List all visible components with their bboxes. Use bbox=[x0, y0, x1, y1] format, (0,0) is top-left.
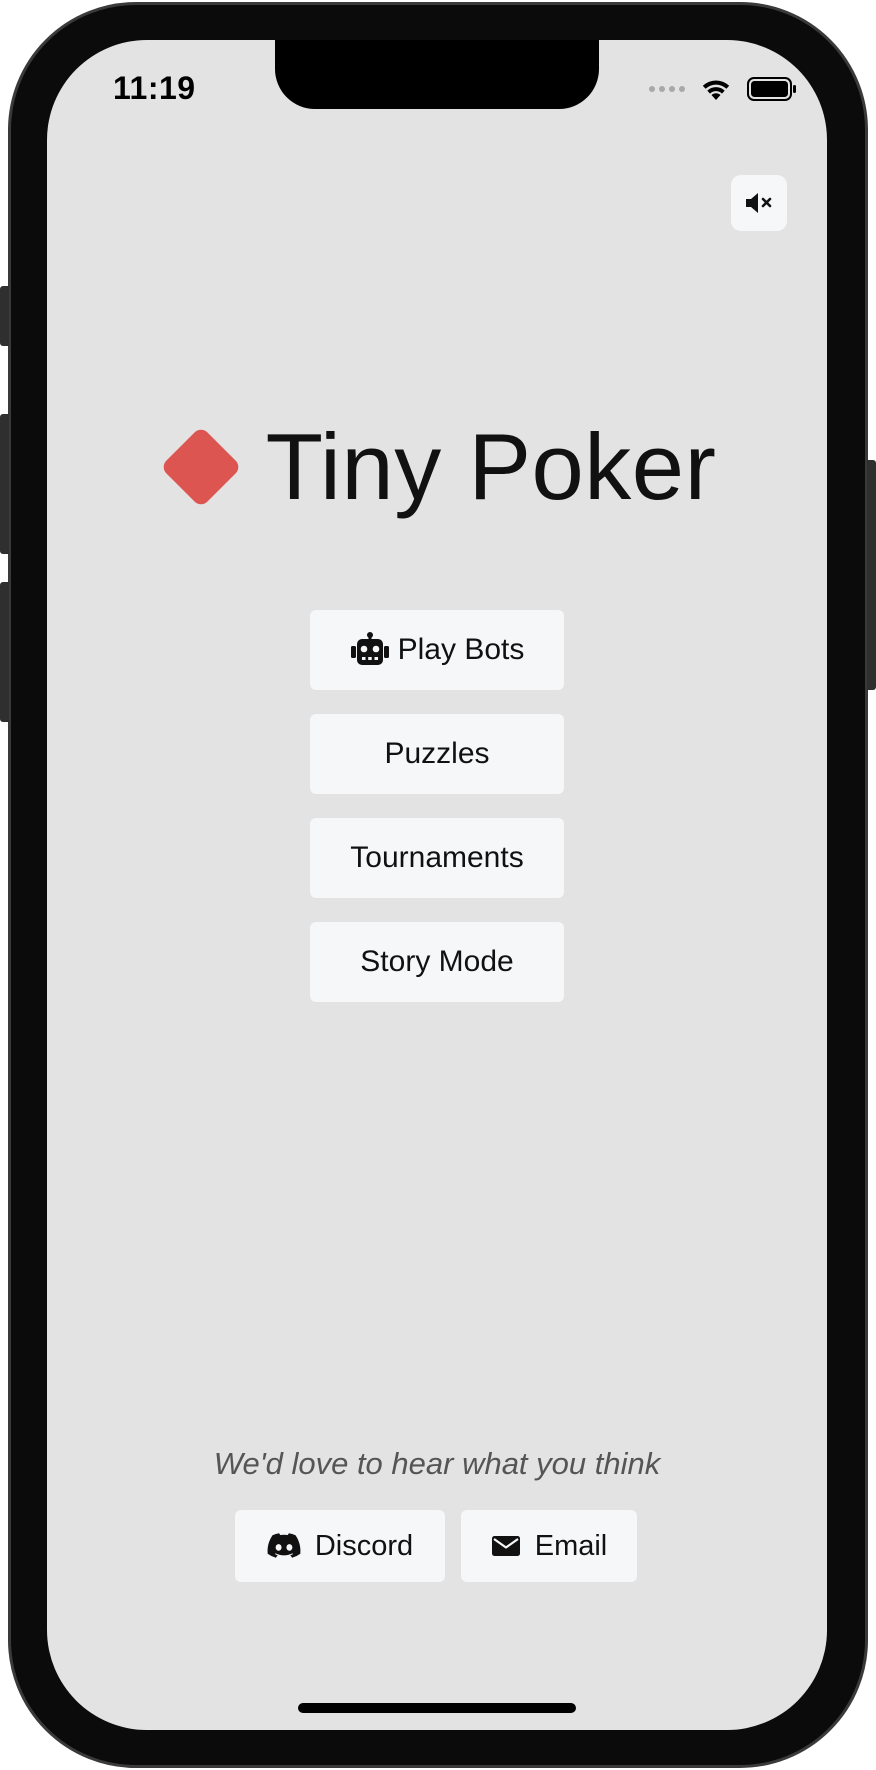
mute-button[interactable] bbox=[731, 175, 787, 231]
main-menu: Play Bots Puzzles Tournaments Story Mode bbox=[310, 610, 564, 1002]
notch bbox=[275, 40, 599, 109]
silent-switch bbox=[0, 286, 9, 346]
discord-button[interactable]: Discord bbox=[235, 1510, 445, 1582]
red-diamond-icon bbox=[158, 424, 244, 510]
tournaments-button[interactable]: Tournaments bbox=[310, 818, 564, 898]
speaker-muted-icon bbox=[746, 193, 772, 213]
status-icons bbox=[649, 76, 797, 102]
play-bots-label: Play Bots bbox=[397, 633, 525, 666]
robot-icon bbox=[350, 632, 389, 665]
app-title: Tiny Poker bbox=[265, 414, 717, 519]
app-screen: 11:19 Tiny Poker Play Bots Puzzles Tourn… bbox=[47, 40, 827, 1730]
feedback-prompt: We'd love to hear what you think bbox=[213, 1446, 661, 1481]
status-time: 11:19 bbox=[113, 70, 196, 106]
volume-up-button bbox=[0, 414, 9, 554]
tournaments-label: Tournaments bbox=[350, 841, 524, 874]
wifi-icon bbox=[702, 80, 730, 100]
email-label: Email bbox=[534, 1529, 608, 1562]
story-mode-label: Story Mode bbox=[360, 945, 514, 978]
power-button bbox=[867, 460, 876, 690]
contact-row: Discord Email bbox=[235, 1510, 637, 1582]
puzzles-button[interactable]: Puzzles bbox=[310, 714, 564, 794]
app-header: Tiny Poker bbox=[47, 420, 827, 514]
puzzles-label: Puzzles bbox=[384, 737, 490, 770]
discord-label: Discord bbox=[314, 1529, 414, 1562]
volume-down-button bbox=[0, 582, 9, 722]
discord-icon bbox=[267, 1533, 301, 1558]
envelope-icon bbox=[491, 1536, 520, 1556]
signal-icon bbox=[649, 86, 685, 92]
email-button[interactable]: Email bbox=[461, 1510, 637, 1582]
home-indicator[interactable] bbox=[298, 1703, 576, 1713]
story-mode-button[interactable]: Story Mode bbox=[310, 922, 564, 1002]
battery-icon bbox=[747, 77, 796, 101]
play-bots-button[interactable]: Play Bots bbox=[310, 610, 564, 690]
